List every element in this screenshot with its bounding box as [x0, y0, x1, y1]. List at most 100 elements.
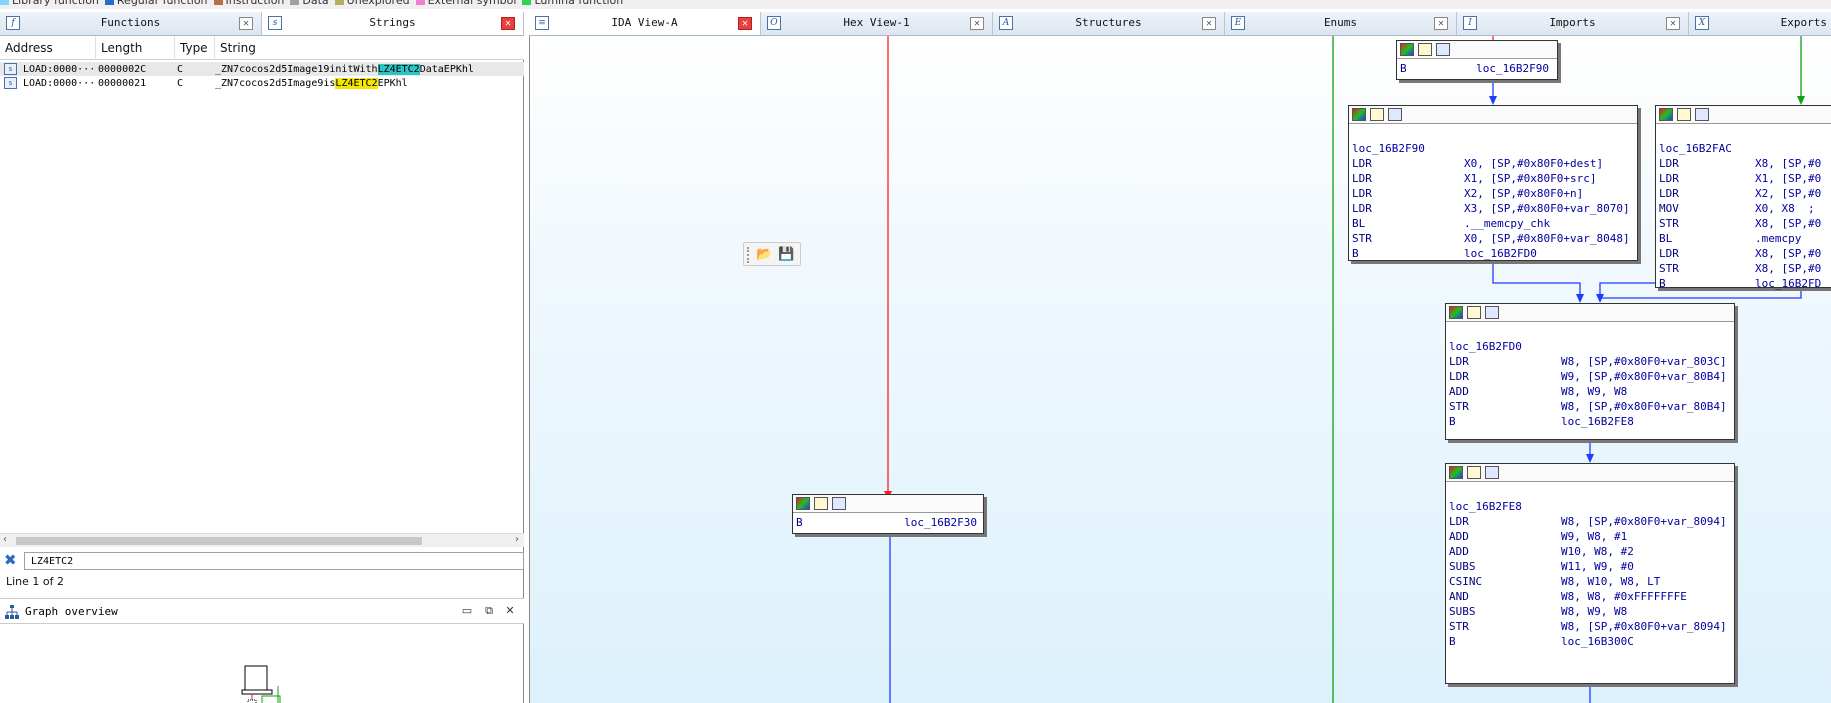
instruction-line[interactable]: STR X0, [SP,#0x80F0+var_8048]	[1352, 231, 1634, 246]
instruction-line[interactable]: LDR W8, [SP,#0x80F0+var_803C]	[1449, 354, 1731, 369]
close-icon[interactable]: ✕	[970, 17, 984, 30]
quick-filter-input[interactable]	[24, 552, 524, 570]
strings-panel: Address Length Type String s LOAD:0000···…	[0, 36, 524, 703]
length-cell: 0000002C	[98, 63, 147, 75]
node-label[interactable]: loc_16B2FD0	[1449, 339, 1731, 354]
column-header-address[interactable]: Address	[0, 36, 96, 60]
node-rename-icon[interactable]	[1370, 108, 1384, 121]
instruction-line[interactable]: SUBS W8, W9, W8	[1449, 604, 1731, 619]
node-group-icon[interactable]	[1485, 306, 1499, 319]
instruction-line[interactable]: Bloc_16B300C	[1449, 634, 1731, 649]
node-color-icon[interactable]	[1449, 306, 1463, 319]
close-icon[interactable]: ✕	[239, 17, 253, 30]
instruction-line[interactable]: ADD W9, W8, #1	[1449, 529, 1731, 544]
instruction-line[interactable]: Bloc_16B2FD0	[1352, 246, 1634, 261]
column-header-type[interactable]: Type	[175, 36, 215, 60]
node-color-icon[interactable]	[1659, 108, 1673, 121]
node-color-icon[interactable]	[1352, 108, 1366, 121]
close-icon[interactable]: ✕	[503, 604, 517, 618]
instruction-operands: W11, W9, #0	[1561, 560, 1634, 573]
close-icon[interactable]: ✕	[1434, 17, 1448, 30]
horizontal-scrollbar[interactable]: ‹ ›	[0, 533, 524, 547]
instruction-line[interactable]: SUBS W11, W9, #0	[1449, 559, 1731, 574]
toolbar-grip[interactable]	[747, 247, 749, 263]
instruction-line[interactable]: STR X8, [SP,#0	[1659, 216, 1831, 231]
open-folder-icon[interactable]: 📂	[756, 247, 772, 263]
node-label[interactable]: loc_16B2FE8	[1449, 499, 1731, 514]
scrollbar-thumb[interactable]	[16, 537, 422, 545]
node-label[interactable]: loc_16B2FAC	[1659, 141, 1831, 156]
instruction-line[interactable]: LDR X2, [SP,#0x80F0+n]	[1352, 186, 1634, 201]
node-branch-target[interactable]: loc_16B2F90	[1476, 61, 1549, 76]
instruction-line[interactable]: Bloc_16B2FE8	[1449, 414, 1731, 429]
scroll-left-icon[interactable]: ‹	[3, 534, 7, 545]
graph-node-loc-16b2fd0[interactable]: loc_16B2FD0 LDR W8, [SP,#0x80F0+var_803C] L…	[1445, 303, 1735, 440]
node-rename-icon[interactable]	[1467, 466, 1481, 479]
column-header-length[interactable]: Length	[96, 36, 175, 60]
graph-node-branch-top[interactable]: B loc_16B2F90	[1396, 40, 1558, 80]
maximize-icon[interactable]: ▭	[460, 604, 474, 618]
instruction-line[interactable]: ADD W10, W8, #2	[1449, 544, 1731, 559]
graph-node-loc-16b2fe8[interactable]: loc_16B2FE8 LDR W8, [SP,#0x80F0+var_8094] A…	[1445, 463, 1735, 684]
instruction-line[interactable]: LDR X8, [SP,#0	[1659, 246, 1831, 261]
node-color-icon[interactable]	[1449, 466, 1463, 479]
instruction-line[interactable]: CSINC W8, W10, W8, LT	[1449, 574, 1731, 589]
instruction-line[interactable]: Bloc_16B2FD	[1659, 276, 1831, 291]
table-row[interactable]: s LOAD:0000··· 0000002C C _ZN7cocos2d5Ima…	[0, 62, 524, 76]
tab-hex-view-1[interactable]: O Hex View-1 ✕	[761, 12, 993, 35]
node-branch-target[interactable]: loc_16B2F30	[904, 515, 977, 530]
instruction-line[interactable]: STR W8, [SP,#0x80F0+var_80B4]	[1449, 399, 1731, 414]
tab-ida-view-a[interactable]: ≡ IDA View-A ✕	[529, 12, 761, 35]
instruction-line[interactable]: LDR W9, [SP,#0x80F0+var_80B4]	[1449, 369, 1731, 384]
graph-overview-header: Graph overview ▭ ⧉ ✕	[0, 598, 524, 624]
scroll-right-icon[interactable]: ›	[515, 534, 519, 545]
node-group-icon[interactable]	[832, 497, 846, 510]
graph-node-loc-16b2fac[interactable]: loc_16B2FAC LDR X8, [SP,#0 LDR X1, [SP,#0 LDR…	[1655, 105, 1831, 291]
tab-exports[interactable]: X Exports	[1689, 12, 1831, 35]
instruction-line[interactable]: STR W8, [SP,#0x80F0+var_8094]	[1449, 619, 1731, 634]
node-group-icon[interactable]	[1436, 43, 1450, 56]
node-group-icon[interactable]	[1695, 108, 1709, 121]
clear-filter-icon[interactable]: ✖	[4, 553, 18, 568]
instruction-line[interactable]: BL .memcpy	[1659, 231, 1831, 246]
column-header-string[interactable]: String	[215, 36, 524, 60]
instruction-line[interactable]: LDR X1, [SP,#0x80F0+src]	[1352, 171, 1634, 186]
ida-view-graph[interactable]: 📂 💾 B loc_16B2F90 loc_16B2F90 LDR X0, [SP,…	[529, 36, 1831, 703]
restore-icon[interactable]: ⧉	[482, 604, 496, 618]
close-icon[interactable]: ✕	[738, 17, 752, 30]
tab-strings[interactable]: s Strings ✕	[262, 12, 524, 35]
instruction-line[interactable]: AND W8, W8, #0xFFFFFFFE	[1449, 589, 1731, 604]
node-label[interactable]: loc_16B2F90	[1352, 141, 1634, 156]
close-icon[interactable]: ✕	[1666, 17, 1680, 30]
graph-node-branch-mid[interactable]: B loc_16B2F30	[792, 494, 984, 534]
node-color-icon[interactable]	[1400, 43, 1414, 56]
instruction-line[interactable]: LDR X2, [SP,#0	[1659, 186, 1831, 201]
node-rename-icon[interactable]	[1677, 108, 1691, 121]
instruction-line[interactable]: MOV X0, X8 ;	[1659, 201, 1831, 216]
instruction-line[interactable]: BL .__memcpy_chk	[1352, 216, 1634, 231]
instruction-line[interactable]: LDR W8, [SP,#0x80F0+var_8094]	[1449, 514, 1731, 529]
close-icon[interactable]: ✕	[1202, 17, 1216, 30]
instruction-line[interactable]: LDR X0, [SP,#0x80F0+dest]	[1352, 156, 1634, 171]
node-group-icon[interactable]	[1485, 466, 1499, 479]
graph-overview-thumbnail[interactable]	[240, 664, 290, 703]
instruction-line[interactable]: LDR X8, [SP,#0	[1659, 156, 1831, 171]
node-group-icon[interactable]	[1388, 108, 1402, 121]
instruction-line[interactable]: ADD W8, W9, W8	[1449, 384, 1731, 399]
instruction-line[interactable]: LDR X3, [SP,#0x80F0+var_8070]	[1352, 201, 1634, 216]
tab-enums[interactable]: E Enums ✕	[1225, 12, 1457, 35]
table-row[interactable]: s LOAD:0000··· 00000021 C _ZN7cocos2d5Ima…	[0, 76, 524, 90]
tab-structures[interactable]: A Structures ✕	[993, 12, 1225, 35]
tab-imports[interactable]: I Imports ✕	[1457, 12, 1689, 35]
save-icon[interactable]: 💾	[778, 247, 794, 263]
node-rename-icon[interactable]	[1418, 43, 1432, 56]
tab-functions[interactable]: f Functions ✕	[0, 12, 262, 35]
instruction-line[interactable]: LDR X1, [SP,#0	[1659, 171, 1831, 186]
instruction-mnemonic: STR	[1659, 217, 1679, 230]
close-icon[interactable]: ✕	[501, 17, 515, 30]
node-rename-icon[interactable]	[1467, 306, 1481, 319]
instruction-line[interactable]: STR X8, [SP,#0	[1659, 261, 1831, 276]
node-rename-icon[interactable]	[814, 497, 828, 510]
graph-node-loc-16b2f90[interactable]: loc_16B2F90 LDR X0, [SP,#0x80F0+dest] LDR X1…	[1348, 105, 1638, 261]
node-color-icon[interactable]	[796, 497, 810, 510]
